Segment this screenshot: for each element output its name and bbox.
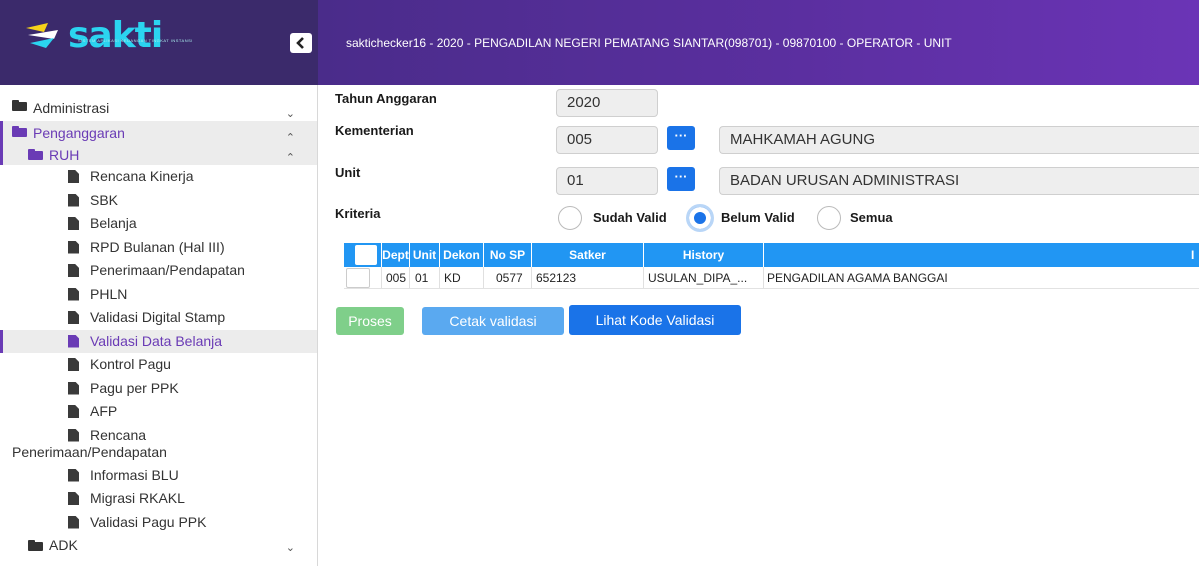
sidebar-item-afp[interactable]: AFP (0, 400, 317, 424)
cell-history: USULAN_DIPA_... (644, 267, 764, 288)
unit-label: Unit (335, 165, 361, 180)
sidebar-item-label: ADK (49, 537, 78, 553)
kementerian-name-field[interactable]: MAHKAMAH AGUNG (719, 126, 1199, 154)
sidebar-item-rencana-kinerja[interactable]: Rencana Kinerja (0, 165, 317, 189)
radio-label-sudah-valid: Sudah Valid (593, 210, 667, 225)
sidebar-item-belanja[interactable]: Belanja (0, 212, 317, 236)
radio-semua[interactable] (817, 206, 841, 230)
cell-dekon: KD (440, 267, 484, 288)
radio-sudah-valid[interactable] (558, 206, 582, 230)
cell-satker-name: PENGADILAN AGAMA BANGGAI (767, 270, 948, 285)
tahun-anggaran-label: Tahun Anggaran (335, 91, 437, 106)
tahun-anggaran-field[interactable]: 2020 (556, 89, 658, 117)
chevron-left-icon (296, 37, 304, 49)
header-satker[interactable]: Satker (532, 243, 644, 267)
main-content: Tahun Anggaran 2020 Kementerian 005 ··· … (318, 85, 1199, 566)
logo-area: sakti SISTEM APLIKASI KEUANGAN TINGKAT I… (0, 0, 318, 85)
sidebar-item-label: Migrasi RKAKL (90, 490, 185, 506)
kementerian-code-field[interactable]: 005 (556, 126, 658, 154)
sidebar-item-label: Kontrol Pagu (90, 356, 171, 372)
sidebar-item-penerimaan[interactable]: Penerimaan/Pendapatan (0, 259, 317, 283)
sakti-logo-icon (26, 23, 58, 48)
sidebar-item-ruh[interactable]: RUH ⌃ (0, 145, 317, 165)
header-unit[interactable]: Unit (410, 243, 440, 267)
folder-icon (28, 540, 43, 551)
folder-icon (12, 126, 27, 137)
row-select-cell (344, 267, 382, 288)
kriteria-label: Kriteria (335, 206, 381, 221)
header-extra[interactable]: I (1191, 243, 1199, 267)
header-satker-name[interactable] (764, 243, 1191, 267)
sidebar-item-rpd-bulanan[interactable]: RPD Bulanan (Hal III) (0, 236, 317, 260)
table-header: Dept Unit Dekon No SP Satker History I (344, 243, 1199, 267)
header-title: saktichecker16 - 2020 - PENGADILAN NEGER… (346, 35, 952, 50)
header-history[interactable]: History (644, 243, 764, 267)
sidebar-item-rencana-penerimaan[interactable]: Rencana Penerimaan/Pendapatan (0, 424, 317, 464)
app-header: sakti SISTEM APLIKASI KEUANGAN TINGKAT I… (0, 0, 1199, 85)
unit-code-field[interactable]: 01 (556, 167, 658, 195)
sidebar-collapse-button[interactable] (290, 33, 312, 53)
sidebar-item-label: Informasi BLU (90, 466, 179, 483)
kementerian-lookup-button[interactable]: ··· (667, 126, 695, 150)
header-dept[interactable]: Dept (382, 243, 410, 267)
sidebar-item-validasi-digital-stamp[interactable]: Validasi Digital Stamp (0, 306, 317, 330)
sidebar-item-migrasi-rkakl[interactable]: Migrasi RKAKL (0, 487, 317, 511)
sidebar-item-pagu-per-ppk[interactable]: Pagu per PPK (0, 377, 317, 401)
cetak-validasi-button[interactable]: Cetak validasi (422, 307, 564, 335)
sidebar-item-validasi-data-belanja[interactable]: Validasi Data Belanja (0, 329, 317, 353)
sidebar-item-label: Rencana Kinerja (90, 168, 194, 184)
sidebar-item-label: Rencana (90, 426, 147, 443)
cell-satker: 652123 (532, 267, 644, 288)
cell-no-sp: 0577 (484, 267, 532, 288)
kementerian-label: Kementerian (335, 123, 414, 138)
sidebar-item-sbk[interactable]: SBK (0, 189, 317, 213)
cell-dept: 005 (382, 267, 410, 288)
cell-unit: 01 (410, 267, 440, 288)
proses-button[interactable]: Proses (336, 307, 404, 335)
folder-icon (28, 149, 43, 160)
sidebar-item-label: Pagu per PPK (90, 379, 179, 396)
header-dekon[interactable]: Dekon (440, 243, 484, 267)
sidebar-item-label: Administrasi (33, 100, 110, 116)
sidebar-item-kontrol-pagu[interactable]: Kontrol Pagu (0, 353, 317, 377)
sidebar-item-administrasi[interactable]: Administrasi ⌄ (0, 95, 317, 121)
sidebar-item-label: Penganggaran (33, 125, 125, 141)
radio-label-belum-valid: Belum Valid (721, 210, 795, 225)
radio-belum-valid[interactable] (686, 204, 714, 232)
sidebar-item-label: RUH (49, 147, 80, 163)
sidebar-item-label: Validasi Pagu PPK (90, 513, 207, 530)
logo: sakti (24, 15, 163, 56)
select-all-cell (344, 243, 382, 267)
header-bar: saktichecker16 - 2020 - PENGADILAN NEGER… (318, 0, 1199, 85)
lihat-kode-validasi-button[interactable]: Lihat Kode Validasi (569, 305, 741, 335)
unit-name-field[interactable]: BADAN URUSAN ADMINISTRASI (719, 167, 1199, 195)
sidebar-item-validasi-pagu-ppk[interactable]: Validasi Pagu PPK (0, 511, 317, 535)
sidebar-item-label: RPD Bulanan (Hal III) (90, 238, 225, 255)
sidebar-item-phln[interactable]: PHLN (0, 283, 317, 307)
unit-lookup-button[interactable]: ··· (667, 167, 695, 191)
header-no-sp[interactable]: No SP (484, 243, 532, 267)
table-row[interactable]: 005 01 KD 0577 652123 USULAN_DIPA_... PE… (344, 267, 1199, 289)
logo-text: sakti (68, 15, 163, 56)
sidebar-item-label: Validasi Data Belanja (90, 332, 223, 349)
row-checkbox[interactable] (346, 267, 370, 288)
sidebar-item-label: Validasi Digital Stamp (90, 309, 226, 325)
logo-tagline: SISTEM APLIKASI KEUANGAN TINGKAT INSTANS… (78, 38, 193, 43)
sidebar: Administrasi ⌄ Penganggaran ⌃ RUH ⌃ Renc… (0, 85, 318, 566)
select-all-checkbox[interactable] (354, 245, 377, 265)
sidebar-item-label: Penerimaan/Pendapatan (90, 262, 245, 278)
radio-label-semua: Semua (850, 210, 893, 225)
validation-table: Dept Unit Dekon No SP Satker History I 0… (344, 243, 1199, 289)
sidebar-item-label-line2: Penerimaan/Pendapatan (12, 443, 167, 460)
folder-icon (12, 100, 27, 111)
sidebar-item-informasi-blu[interactable]: Informasi BLU (0, 464, 317, 488)
sidebar-item-adk[interactable]: ADK ⌄ (0, 534, 317, 556)
sidebar-item-penganggaran[interactable]: Penganggaran ⌃ (0, 121, 317, 145)
chevron-down-icon: ⌄ (285, 542, 295, 554)
